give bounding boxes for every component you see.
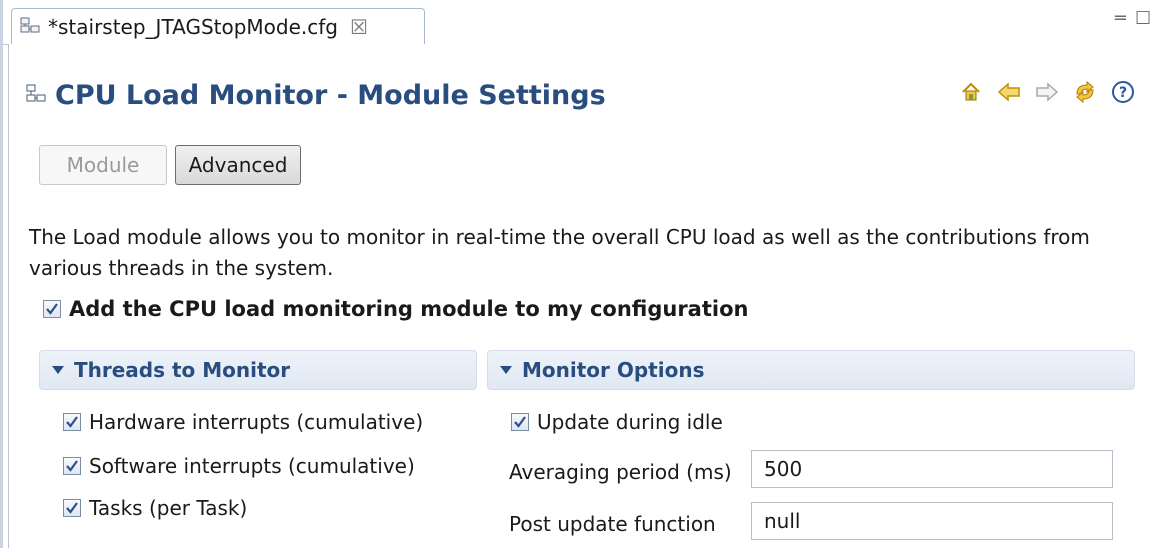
software-interrupts-label: Software interrupts (cumulative) — [89, 454, 415, 478]
page-title: CPU Load Monitor - Module Settings — [55, 80, 606, 111]
advanced-button[interactable]: Advanced — [175, 145, 301, 185]
threads-section-title: Threads to Monitor — [74, 358, 291, 382]
hardware-interrupts-label: Hardware interrupts (cumulative) — [89, 410, 424, 434]
module-button[interactable]: Module — [39, 145, 167, 185]
module-settings-editor: CPU Load Monitor - Module Settings ? Mod… — [8, 44, 1156, 548]
averaging-period-label: Averaging period (ms) — [509, 460, 732, 484]
software-interrupts-checkbox[interactable] — [63, 457, 81, 475]
page-toolbar: ? — [959, 80, 1135, 104]
add-module-label: Add the CPU load monitoring module to my… — [69, 297, 749, 321]
add-module-checkbox[interactable] — [43, 300, 61, 318]
threads-section-header[interactable]: Threads to Monitor — [39, 350, 477, 390]
post-update-label: Post update function — [509, 512, 716, 536]
update-idle-label: Update during idle — [537, 410, 723, 434]
back-arrow-icon[interactable] — [997, 80, 1021, 104]
hardware-interrupts-checkbox[interactable] — [63, 413, 81, 431]
maximize-icon[interactable]: ☐ — [1135, 8, 1151, 29]
tab-title: *stairstep_JTAGStopMode.cfg — [48, 14, 338, 39]
refresh-icon[interactable] — [1073, 80, 1097, 104]
update-idle-option[interactable]: Update during idle — [511, 410, 723, 434]
tasks-checkbox[interactable] — [63, 499, 81, 517]
monitor-section-title: Monitor Options — [522, 358, 705, 382]
close-tab-icon[interactable]: ☒ — [350, 15, 368, 39]
module-icon — [25, 83, 47, 109]
hardware-interrupts-option[interactable]: Hardware interrupts (cumulative) — [63, 410, 423, 434]
post-update-input[interactable]: null — [751, 502, 1113, 540]
averaging-period-input[interactable]: 500 — [751, 450, 1113, 488]
config-file-icon — [20, 15, 40, 39]
forward-arrow-icon[interactable] — [1035, 80, 1059, 104]
left-border — [0, 0, 3, 548]
minimize-icon[interactable]: ═ — [1115, 8, 1126, 29]
add-module-option[interactable]: Add the CPU load monitoring module to my… — [43, 297, 748, 321]
expand-triangle-icon — [52, 366, 64, 374]
help-icon[interactable]: ? — [1111, 80, 1135, 104]
expand-triangle-icon — [500, 366, 512, 374]
monitor-section-header[interactable]: Monitor Options — [487, 350, 1135, 390]
page-header: CPU Load Monitor - Module Settings — [25, 80, 606, 111]
svg-text:?: ? — [1119, 85, 1127, 101]
tasks-label: Tasks (per Task) — [89, 496, 248, 520]
update-idle-checkbox[interactable] — [511, 413, 529, 431]
software-interrupts-option[interactable]: Software interrupts (cumulative) — [63, 454, 415, 478]
module-description: The Load module allows you to monitor in… — [29, 225, 1090, 280]
home-icon[interactable] — [959, 80, 983, 104]
editor-tab-bar: *stairstep_JTAGStopMode.cfg ☒ ═ ☐ — [3, 0, 1156, 45]
tab-config-file[interactable]: *stairstep_JTAGStopMode.cfg ☒ — [11, 8, 425, 44]
tasks-option[interactable]: Tasks (per Task) — [63, 496, 247, 520]
